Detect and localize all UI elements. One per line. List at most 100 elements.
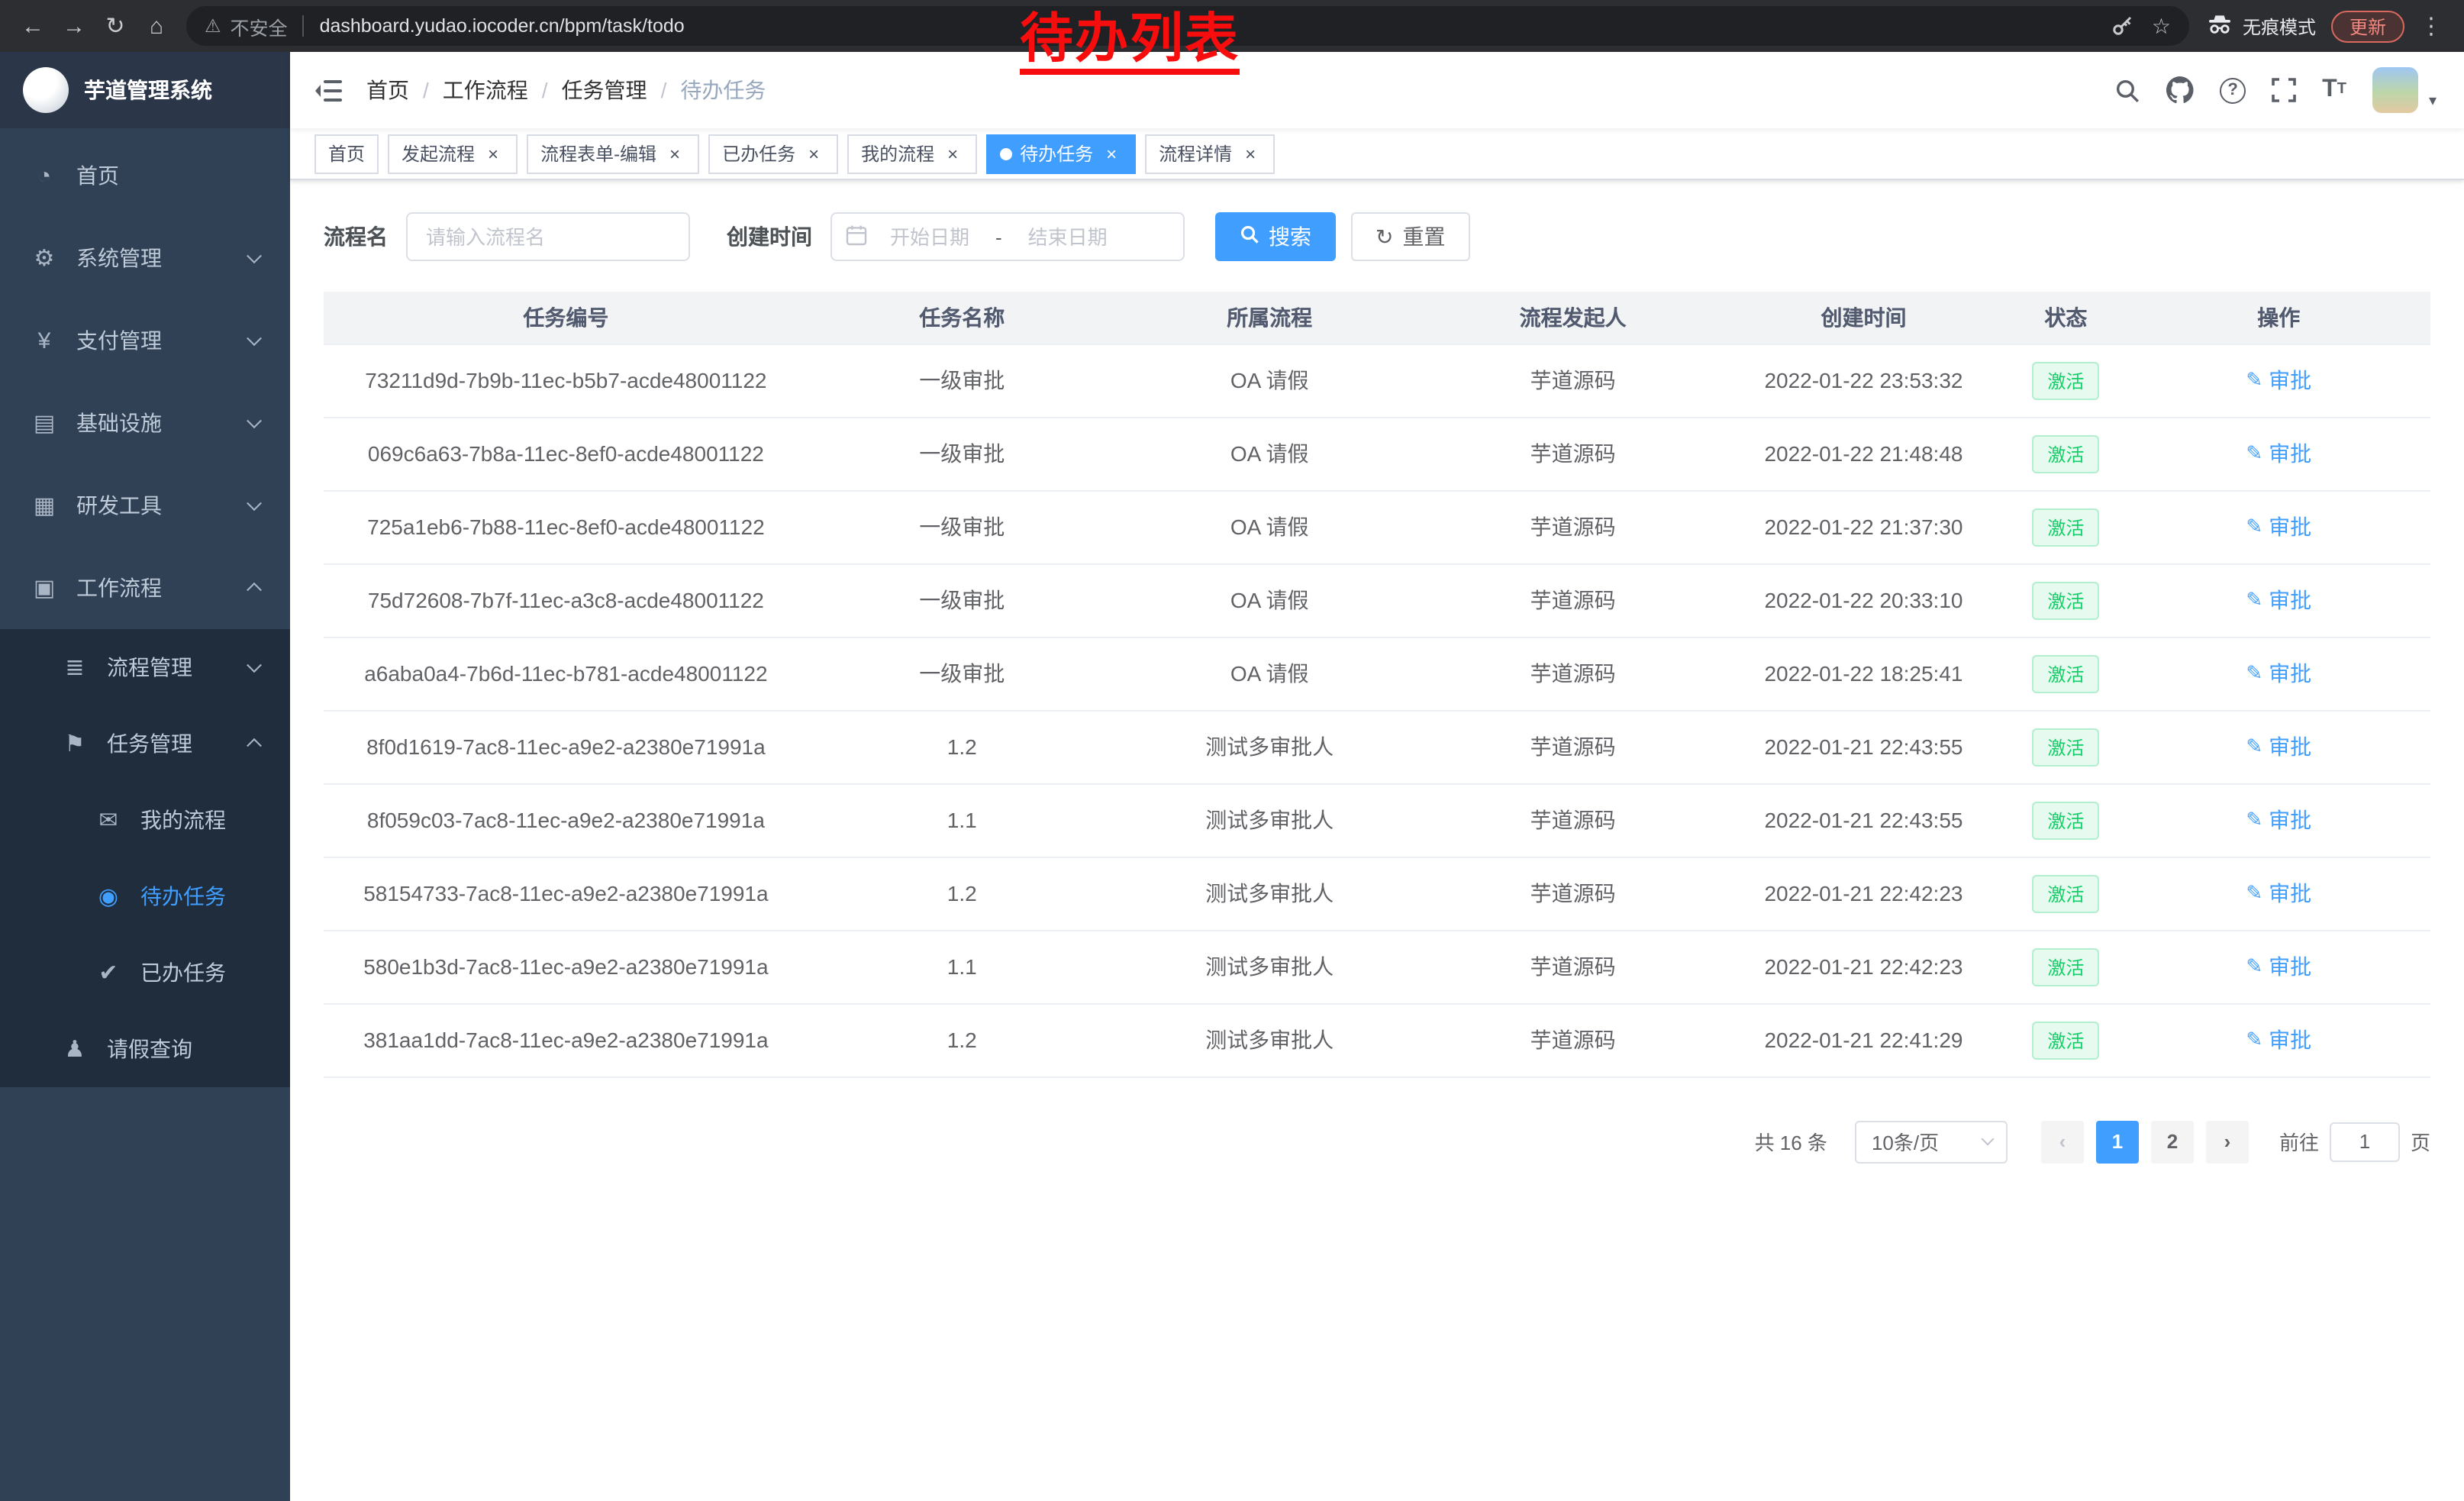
github-icon[interactable] — [2166, 76, 2194, 104]
tab-todo-task[interactable]: 待办任务 × — [986, 134, 1136, 173]
prev-page-button[interactable]: ‹ — [2041, 1120, 2084, 1163]
cell-task-name: 一级审批 — [808, 563, 1116, 637]
col-create-time: 创建时间 — [1723, 292, 2005, 344]
cell-process: 测试多审批人 — [1116, 783, 1424, 857]
browser-menu-icon[interactable]: ⋮ — [2411, 5, 2452, 47]
status-badge: 激活 — [2032, 508, 2099, 546]
page-button-1[interactable]: 1 — [2096, 1120, 2139, 1163]
screen: 待办列表 ← → ↻ ⌂ ⚠ 不安全 dashboard.yudao.iocod… — [0, 0, 2464, 1501]
approve-link[interactable]: ✎审批 — [2246, 731, 2311, 762]
approve-link[interactable]: ✎审批 — [2246, 658, 2311, 689]
tab-done-task[interactable]: 已办任务 × — [708, 134, 838, 173]
avatar[interactable] — [2372, 67, 2418, 113]
sidebar-item-devtools[interactable]: ▦ 研发工具 — [0, 464, 290, 547]
close-icon[interactable]: × — [1240, 143, 1261, 164]
key-icon[interactable] — [2112, 15, 2133, 37]
fullscreen-icon[interactable] — [2272, 78, 2296, 102]
tab-my-process[interactable]: 我的流程 × — [847, 134, 977, 173]
close-icon[interactable]: × — [803, 143, 824, 164]
end-date-input[interactable] — [1008, 225, 1127, 248]
sidebar-item-todo-task[interactable]: ◉ 待办任务 — [0, 858, 290, 934]
tools-icon: ▦ — [31, 492, 58, 519]
breadcrumb-home[interactable]: 首页 — [366, 75, 409, 105]
goto-page-input[interactable] — [2330, 1122, 2400, 1161]
reload-icon[interactable]: ↻ — [95, 5, 136, 47]
approve-link[interactable]: ✎审批 — [2246, 585, 2311, 615]
sidebar-item-workflow[interactable]: ▣ 工作流程 — [0, 547, 290, 629]
sidebar-menu: ◔ 首页 ⚙ 系统管理 ¥ 支付管理 ▤ 基础设施 — [0, 128, 290, 1501]
sidebar-item-leave-query[interactable]: ♟ 请假查询 — [0, 1011, 290, 1087]
sidebar-item-system[interactable]: ⚙ 系统管理 — [0, 217, 290, 299]
tab-process-detail[interactable]: 流程详情 × — [1145, 134, 1275, 173]
cell-process: OA 请假 — [1116, 563, 1424, 637]
close-icon[interactable]: × — [482, 143, 504, 164]
approve-link[interactable]: ✎审批 — [2246, 512, 2311, 542]
page-size-select[interactable]: 10条/页 — [1855, 1120, 2008, 1163]
cell-task-id: 8f0d1619-7ac8-11ec-a9e2-a2380e71991a — [324, 710, 808, 783]
cell-starter: 芋道源码 — [1424, 490, 1723, 563]
cell-create-time: 2022-01-21 22:43:55 — [1723, 710, 2005, 783]
cell-process: 测试多审批人 — [1116, 710, 1424, 783]
search-icon[interactable] — [2114, 77, 2140, 103]
breadcrumb-task-manage[interactable]: 任务管理 — [562, 75, 647, 105]
cell-task-name: 一级审批 — [808, 417, 1116, 490]
status-badge: 激活 — [2032, 801, 2099, 839]
table-row: 8f059c03-7ac8-11ec-a9e2-a2380e71991a 1.1… — [324, 783, 2430, 857]
sidebar-item-payment[interactable]: ¥ 支付管理 — [0, 299, 290, 382]
home-icon[interactable]: ⌂ — [136, 5, 177, 47]
approve-link[interactable]: ✎审批 — [2246, 1025, 2311, 1055]
reset-button[interactable]: ↻ 重置 — [1351, 212, 1469, 261]
date-range-picker[interactable]: - — [830, 212, 1185, 261]
close-icon[interactable]: × — [1101, 143, 1122, 164]
process-name-input[interactable] — [406, 212, 690, 261]
hamburger-icon[interactable] — [314, 79, 342, 102]
avatar-caret-icon[interactable]: ▾ — [2429, 93, 2437, 110]
app-title: 芋道管理系统 — [84, 75, 212, 105]
approve-link[interactable]: ✎审批 — [2246, 438, 2311, 469]
font-size-icon[interactable]: TT — [2322, 78, 2346, 102]
sidebar-item-my-process[interactable]: ✉ 我的流程 — [0, 782, 290, 858]
sidebar-item-task-manage[interactable]: ⚑ 任务管理 — [0, 705, 290, 782]
app-logo-row[interactable]: 芋道管理系统 — [0, 52, 290, 128]
tags-view: 首页 发起流程 × 流程表单-编辑 × 已办任务 × 我的流程 × — [290, 128, 2464, 180]
edit-icon: ✎ — [2246, 588, 2262, 612]
cell-task-id: 73211d9d-7b9b-11ec-b5b7-acde48001122 — [324, 344, 808, 417]
start-date-input[interactable] — [870, 225, 989, 248]
col-actions: 操作 — [2127, 292, 2430, 344]
cell-task-id: 381aa1dd-7ac8-11ec-a9e2-a2380e71991a — [324, 1003, 808, 1077]
page-content: 流程名 创建时间 - 搜索 — [290, 180, 2464, 1501]
sidebar-item-infrastructure[interactable]: ▤ 基础设施 — [0, 382, 290, 464]
sidebar-item-done-task[interactable]: ✔ 已办任务 — [0, 934, 290, 1011]
check-icon: ✔ — [95, 959, 122, 986]
col-status: 状态 — [2004, 292, 2127, 344]
cell-task-id: 069c6a63-7b8a-11ec-8ef0-acde48001122 — [324, 417, 808, 490]
table-row: 381aa1dd-7ac8-11ec-a9e2-a2380e71991a 1.2… — [324, 1003, 2430, 1077]
cell-create-time: 2022-01-22 20:33:10 — [1723, 563, 2005, 637]
approve-link[interactable]: ✎审批 — [2246, 365, 2311, 395]
page-button-2[interactable]: 2 — [2151, 1120, 2194, 1163]
approve-link[interactable]: ✎审批 — [2246, 805, 2311, 835]
update-button[interactable]: 更新 — [2331, 10, 2404, 42]
close-icon[interactable]: × — [942, 143, 963, 164]
tab-form-edit[interactable]: 流程表单-编辑 × — [527, 134, 699, 173]
sidebar-item-home[interactable]: ◔ 首页 — [0, 134, 290, 217]
create-time-label: 创建时间 — [727, 221, 812, 252]
close-icon[interactable]: × — [664, 143, 685, 164]
bookmark-star-icon[interactable]: ☆ — [2152, 13, 2171, 39]
breadcrumb-workflow[interactable]: 工作流程 — [443, 75, 528, 105]
col-task-name: 任务名称 — [808, 292, 1116, 344]
approve-link[interactable]: ✎审批 — [2246, 951, 2311, 982]
approve-link[interactable]: ✎审批 — [2246, 878, 2311, 909]
search-button[interactable]: 搜索 — [1215, 212, 1336, 261]
help-icon[interactable]: ? — [2220, 77, 2246, 103]
next-page-button[interactable]: › — [2206, 1120, 2249, 1163]
tab-start-process[interactable]: 发起流程 × — [388, 134, 518, 173]
dashboard-icon: ◔ — [31, 163, 58, 189]
forward-icon[interactable]: → — [53, 5, 95, 47]
back-icon[interactable]: ← — [12, 5, 53, 47]
omnibox-divider — [303, 15, 305, 37]
table-row: 069c6a63-7b8a-11ec-8ef0-acde48001122 一级审… — [324, 417, 2430, 490]
cell-task-id: a6aba0a4-7b6d-11ec-b781-acde48001122 — [324, 637, 808, 710]
sidebar-item-process-manage[interactable]: ≣ 流程管理 — [0, 629, 290, 705]
tab-home[interactable]: 首页 — [314, 134, 379, 173]
